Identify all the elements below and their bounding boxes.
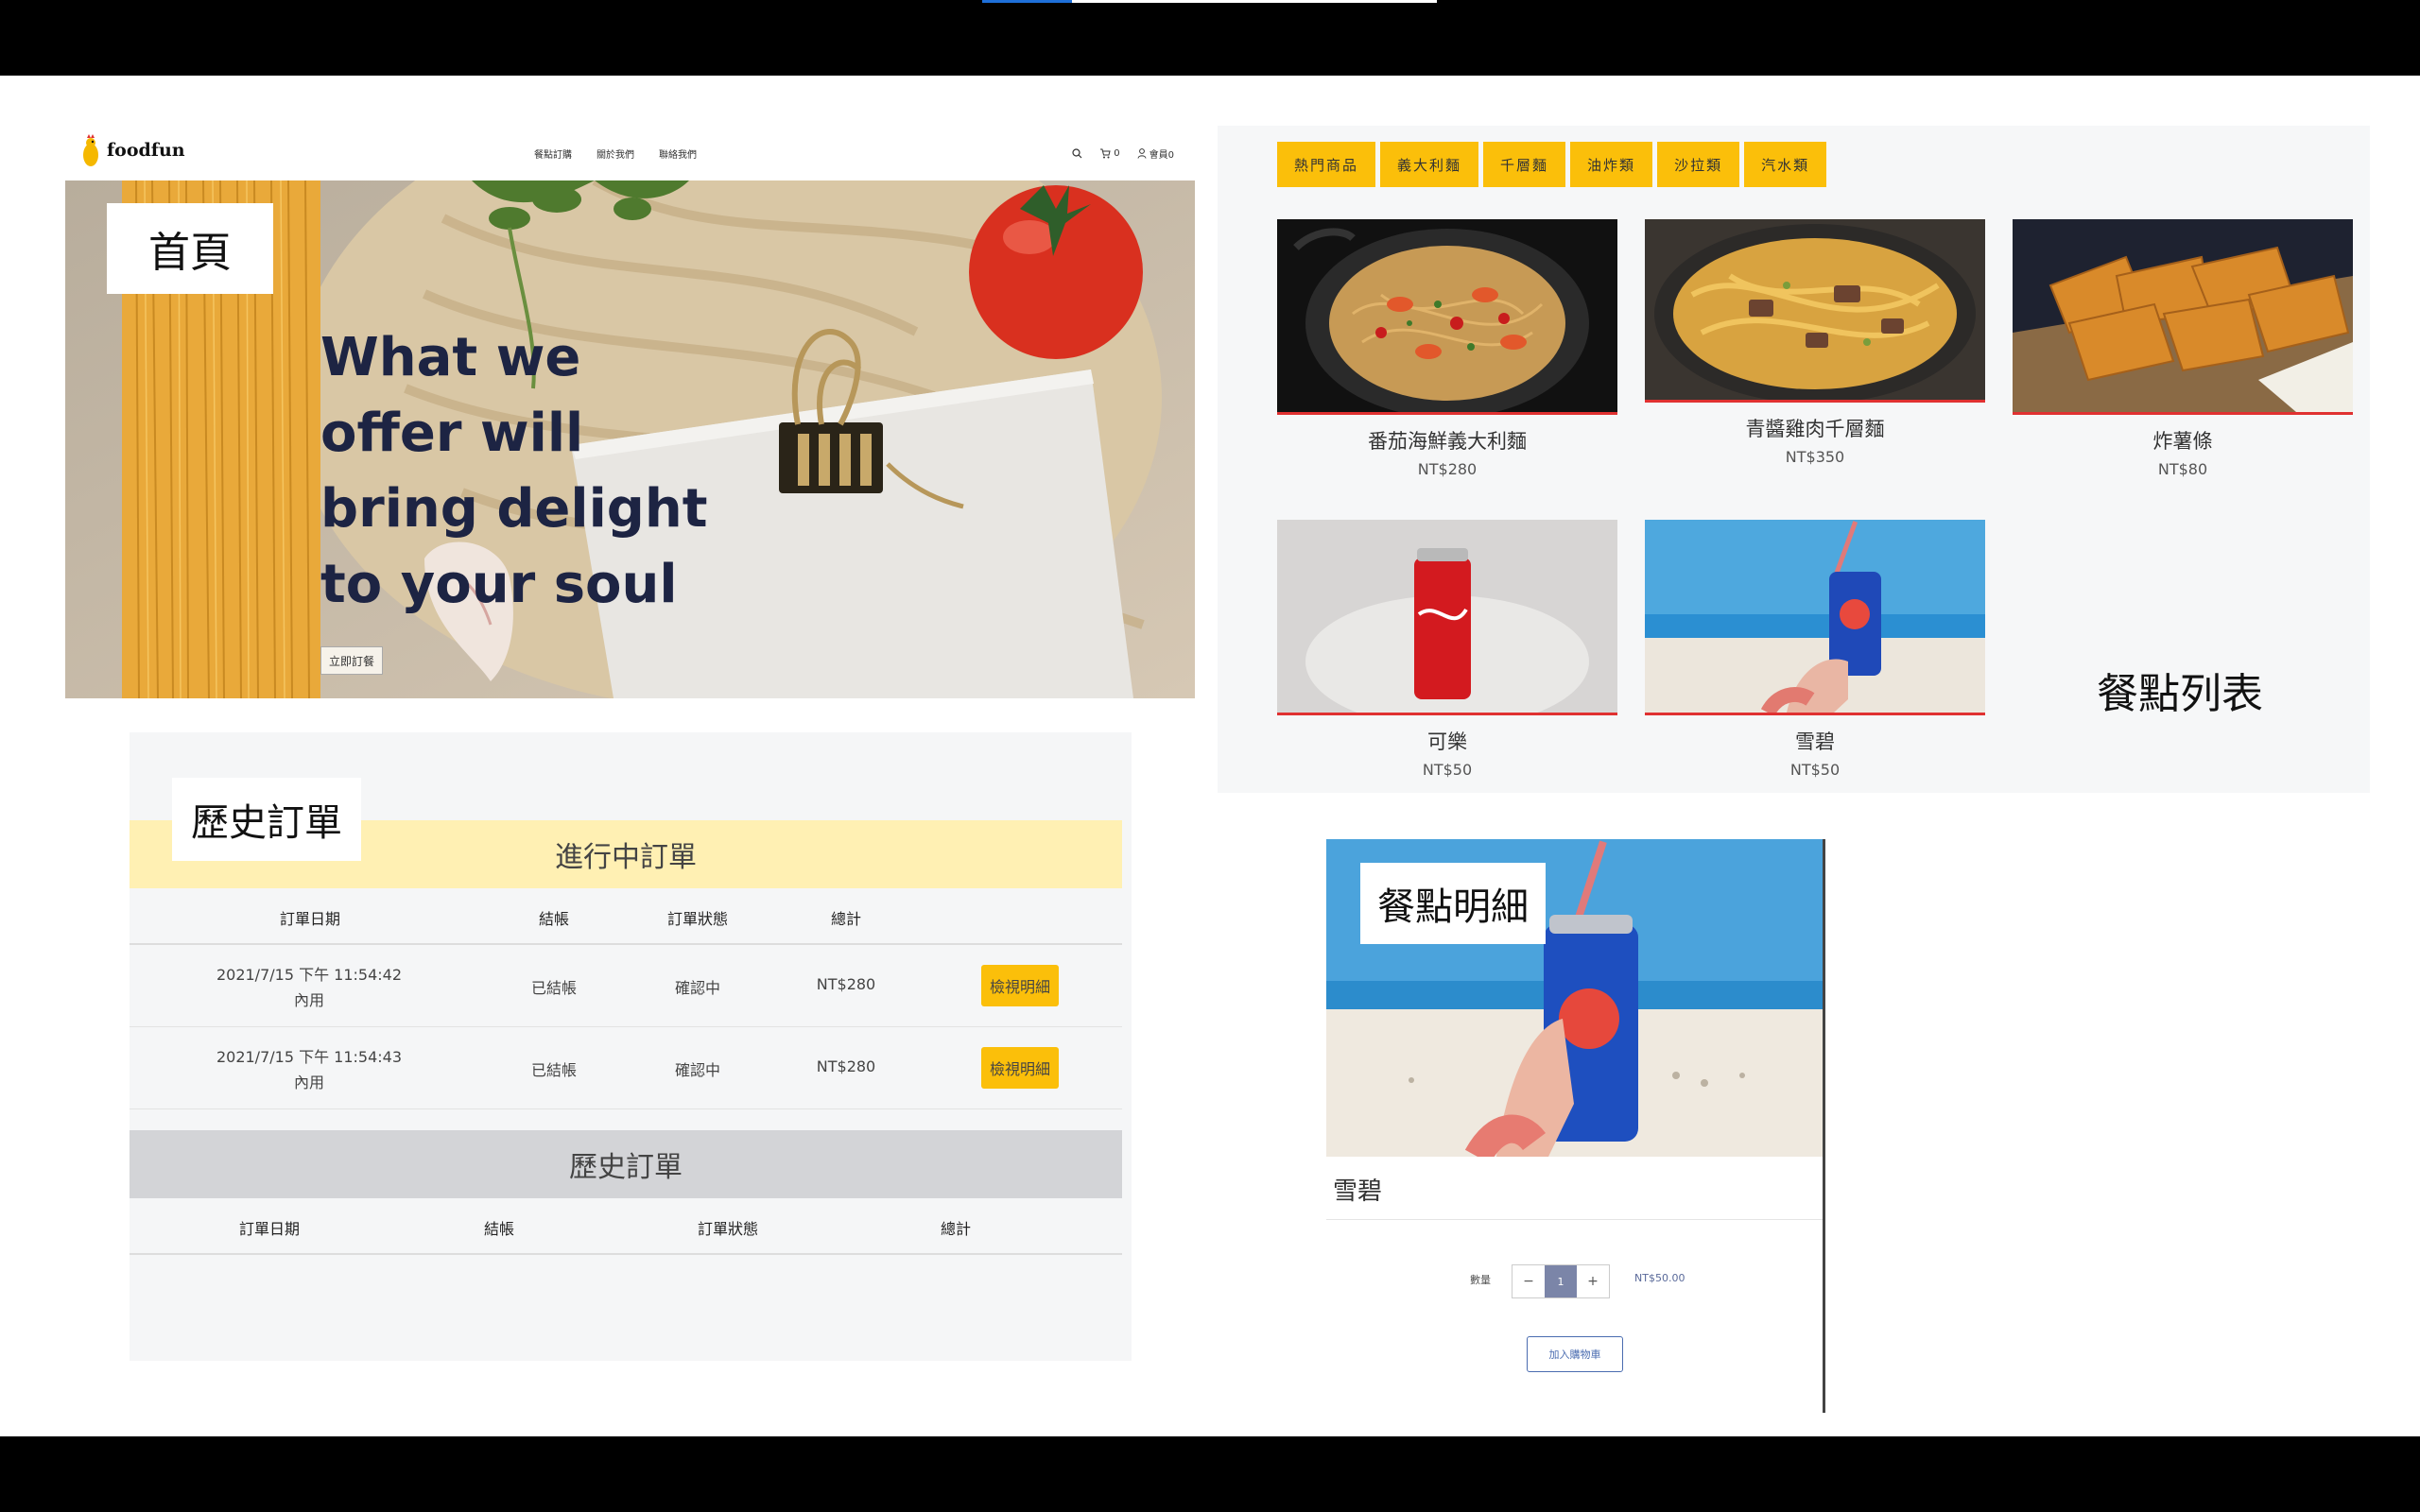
menu-item-card[interactable]: 雪碧 NT$50: [1645, 520, 1985, 779]
order-datetime: 2021/7/15 下午 11:54:42: [216, 966, 403, 984]
menu-item-price: NT$280: [1417, 460, 1478, 478]
order-date-cell: 2021/7/15 下午 11:54:42 內用: [216, 962, 402, 1013]
order-type: 內用: [293, 1074, 325, 1091]
home-screenshot: foodfun 餐點訂購 關於我們 聯絡我們 0 會員0 What we off…: [65, 126, 1195, 698]
nav-link-about[interactable]: 關於我們: [596, 146, 634, 161]
nav-link-contact[interactable]: 聯絡我們: [659, 146, 697, 161]
cart-icon: [1100, 148, 1111, 158]
tab-salad[interactable]: 沙拉類: [1657, 142, 1740, 187]
menu-item-card[interactable]: 青醬雞肉千層麵 NT$350: [1645, 219, 1985, 466]
divider: [1326, 1219, 1823, 1220]
tab-soda[interactable]: 汽水類: [1744, 142, 1827, 187]
menu-item-price: NT$80: [2157, 460, 2208, 478]
col-payment: 結帳: [483, 1220, 515, 1238]
quantity-label: 數量: [1470, 1274, 1491, 1286]
section-label-menu: 餐點列表: [2097, 670, 2263, 718]
section-label-detail: 餐點明細: [1360, 863, 1546, 944]
top-navbar: foodfun 餐點訂購 關於我們 聯絡我們 0 會員0: [65, 126, 1195, 180]
col-total: 總計: [940, 1220, 972, 1238]
item-subtotal: NT$50.00: [1634, 1272, 1685, 1284]
past-table-header: 訂單日期 結帳 訂單狀態 總計: [130, 1198, 1122, 1255]
user-icon: [1137, 147, 1147, 159]
order-date-cell: 2021/7/15 下午 11:54:43 內用: [216, 1044, 402, 1095]
view-details-button[interactable]: 檢視明細: [981, 1047, 1059, 1089]
video-progress-buffer: [1072, 0, 1437, 3]
menu-item-name: 青醬雞肉千層麵: [1745, 418, 1885, 440]
col-order-date: 訂單日期: [238, 1220, 301, 1238]
hero-title: What we offer will bring delight to your…: [320, 327, 708, 615]
menu-item-card[interactable]: 炸薯條 NT$80: [2013, 219, 2353, 478]
search-icon: [1072, 147, 1082, 158]
cola-image: [1277, 520, 1617, 715]
menu-item-price: NT$50: [1422, 761, 1473, 779]
order-status: 確認中: [674, 1061, 721, 1079]
view-details-button[interactable]: 檢視明細: [981, 965, 1059, 1006]
member-button[interactable]: 會員0: [1137, 146, 1174, 161]
col-status: 訂單狀態: [697, 1220, 759, 1238]
increment-button[interactable]: +: [1577, 1265, 1609, 1297]
member-label: 會員0: [1149, 149, 1174, 161]
chicken-logo-icon: [80, 133, 101, 167]
payment-status: 已結帳: [530, 979, 578, 997]
quantity-stepper: − 1 +: [1512, 1264, 1610, 1298]
menu-item-card[interactable]: 番茄海鮮義大利麵 NT$280: [1277, 219, 1617, 478]
nav-actions: 0 會員0: [1072, 126, 1174, 180]
video-progress-played: [982, 0, 1072, 3]
decrement-button[interactable]: −: [1512, 1265, 1545, 1297]
fries-image: [2013, 219, 2353, 415]
ongoing-table-header: 訂單日期 結帳 訂單狀態 總計: [130, 888, 1122, 945]
col-payment: 結帳: [538, 910, 570, 928]
menu-item-name: 番茄海鮮義大利麵: [1368, 430, 1527, 453]
chicken-lasagna-image: [1645, 219, 1985, 403]
order-history-screenshot: 進行中訂單 訂單日期 結帳 訂單狀態 總計 2021/7/15 下午 11:54…: [130, 732, 1132, 1361]
nav-links: 餐點訂購 關於我們 聯絡我們: [534, 126, 697, 180]
sprite-image: [1645, 520, 1985, 715]
brand-name: foodfun: [107, 140, 185, 161]
cart-button[interactable]: 0: [1099, 147, 1120, 159]
table-row: 2021/7/15 下午 11:54:42 內用 已結帳 確認中 NT$280 …: [130, 945, 1122, 1027]
order-type: 內用: [293, 991, 325, 1009]
add-to-cart-button[interactable]: 加入購物車: [1527, 1336, 1623, 1372]
menu-item-price: NT$50: [1789, 761, 1841, 779]
nav-link-order[interactable]: 餐點訂購: [534, 146, 572, 161]
tab-popular[interactable]: 熱門商品: [1277, 142, 1376, 187]
order-now-button[interactable]: 立即訂餐: [320, 646, 383, 675]
quantity-input[interactable]: 1: [1545, 1265, 1577, 1297]
col-total: 總計: [830, 910, 862, 928]
past-orders-title: 歷史訂單: [130, 1130, 1122, 1198]
search-button[interactable]: [1072, 147, 1082, 159]
menu-item-price: NT$350: [1785, 448, 1845, 466]
menu-item-name: 炸薯條: [2152, 430, 2213, 453]
bottom-letterbox: [0, 1436, 2420, 1512]
category-tabs: 熱門商品 義大利麵 千層麵 油炸類 沙拉類 汽水類: [1277, 142, 1827, 187]
order-status: 確認中: [674, 979, 721, 997]
tab-pasta[interactable]: 義大利麵: [1380, 142, 1479, 187]
brand-logo[interactable]: foodfun: [80, 133, 185, 167]
order-datetime: 2021/7/15 下午 11:54:43: [216, 1048, 403, 1066]
col-order-date: 訂單日期: [279, 910, 341, 928]
tab-lasagna[interactable]: 千層麵: [1483, 142, 1566, 187]
top-letterbox: [0, 0, 2420, 76]
menu-list-screenshot: 熱門商品 義大利麵 千層麵 油炸類 沙拉類 汽水類 番茄海鮮義大利麵 NT$28…: [1218, 126, 2370, 793]
tab-fried[interactable]: 油炸類: [1570, 142, 1653, 187]
payment-status: 已結帳: [530, 1061, 578, 1079]
item-name: 雪碧: [1333, 1177, 1383, 1206]
order-total: NT$280: [816, 1057, 876, 1075]
table-row: 2021/7/15 下午 11:54:43 內用 已結帳 確認中 NT$280 …: [130, 1027, 1122, 1109]
seafood-pasta-image: [1277, 219, 1617, 415]
cart-count: 0: [1114, 147, 1120, 159]
menu-item-card[interactable]: 可樂 NT$50: [1277, 520, 1617, 779]
order-total: NT$280: [816, 975, 876, 993]
menu-item-name: 雪碧: [1795, 730, 1835, 753]
menu-item-name: 可樂: [1427, 730, 1467, 753]
col-status: 訂單狀態: [666, 910, 729, 928]
section-label-history: 歷史訂單: [172, 778, 361, 861]
item-detail-screenshot: 雪碧 數量 − 1 + NT$50.00 加入購物車 餐點明細: [1326, 839, 1825, 1413]
section-label-home: 首頁: [107, 203, 273, 294]
